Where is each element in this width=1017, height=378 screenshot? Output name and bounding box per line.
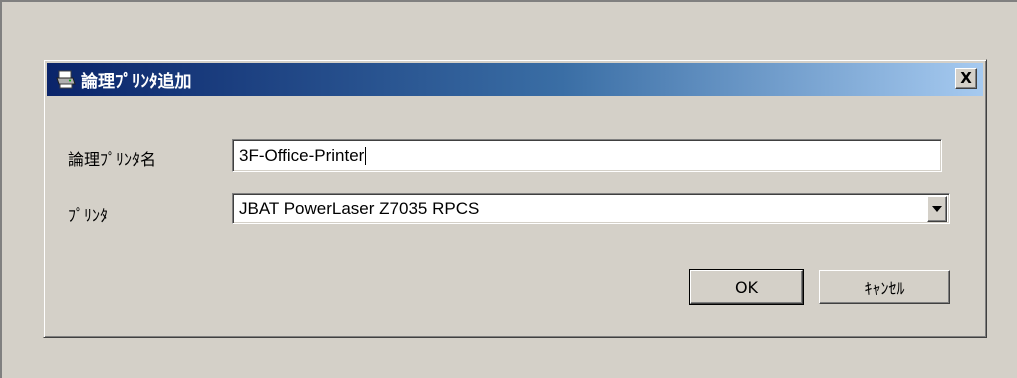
dialog-title: 論理ﾌﾟﾘﾝﾀ追加 [81,72,192,92]
add-logical-printer-dialog: 論理ﾌﾟﾘﾝﾀ追加 X 論理ﾌﾟﾘﾝﾀ名 3F-Office-Printer ﾌ… [43,59,987,338]
text-caret [365,146,367,165]
chevron-down-icon [932,206,942,212]
ok-button[interactable]: OK [689,269,804,305]
printer-select-value: JBAT PowerLaser Z7035 RPCS [239,198,480,218]
cancel-button[interactable]: ｷｬﾝｾﾙ [819,270,950,304]
printer-select[interactable]: JBAT PowerLaser Z7035 RPCS [232,193,950,224]
background-window: 論理ﾌﾟﾘﾝﾀ追加 X 論理ﾌﾟﾘﾝﾀ名 3F-Office-Printer ﾌ… [0,0,1017,378]
logical-printer-name-input[interactable]: 3F-Office-Printer [232,139,942,172]
printer-label: ﾌﾟﾘﾝﾀ [68,206,109,225]
close-icon: X [960,69,972,87]
logical-printer-name-value: 3F-Office-Printer [239,145,365,165]
printer-dropdown-button[interactable] [927,196,947,222]
dialog-titlebar[interactable]: 論理ﾌﾟﾘﾝﾀ追加 X [47,63,983,96]
close-button[interactable]: X [955,68,977,89]
printer-icon [56,70,76,88]
logical-printer-name-label: 論理ﾌﾟﾘﾝﾀ名 [68,150,157,169]
